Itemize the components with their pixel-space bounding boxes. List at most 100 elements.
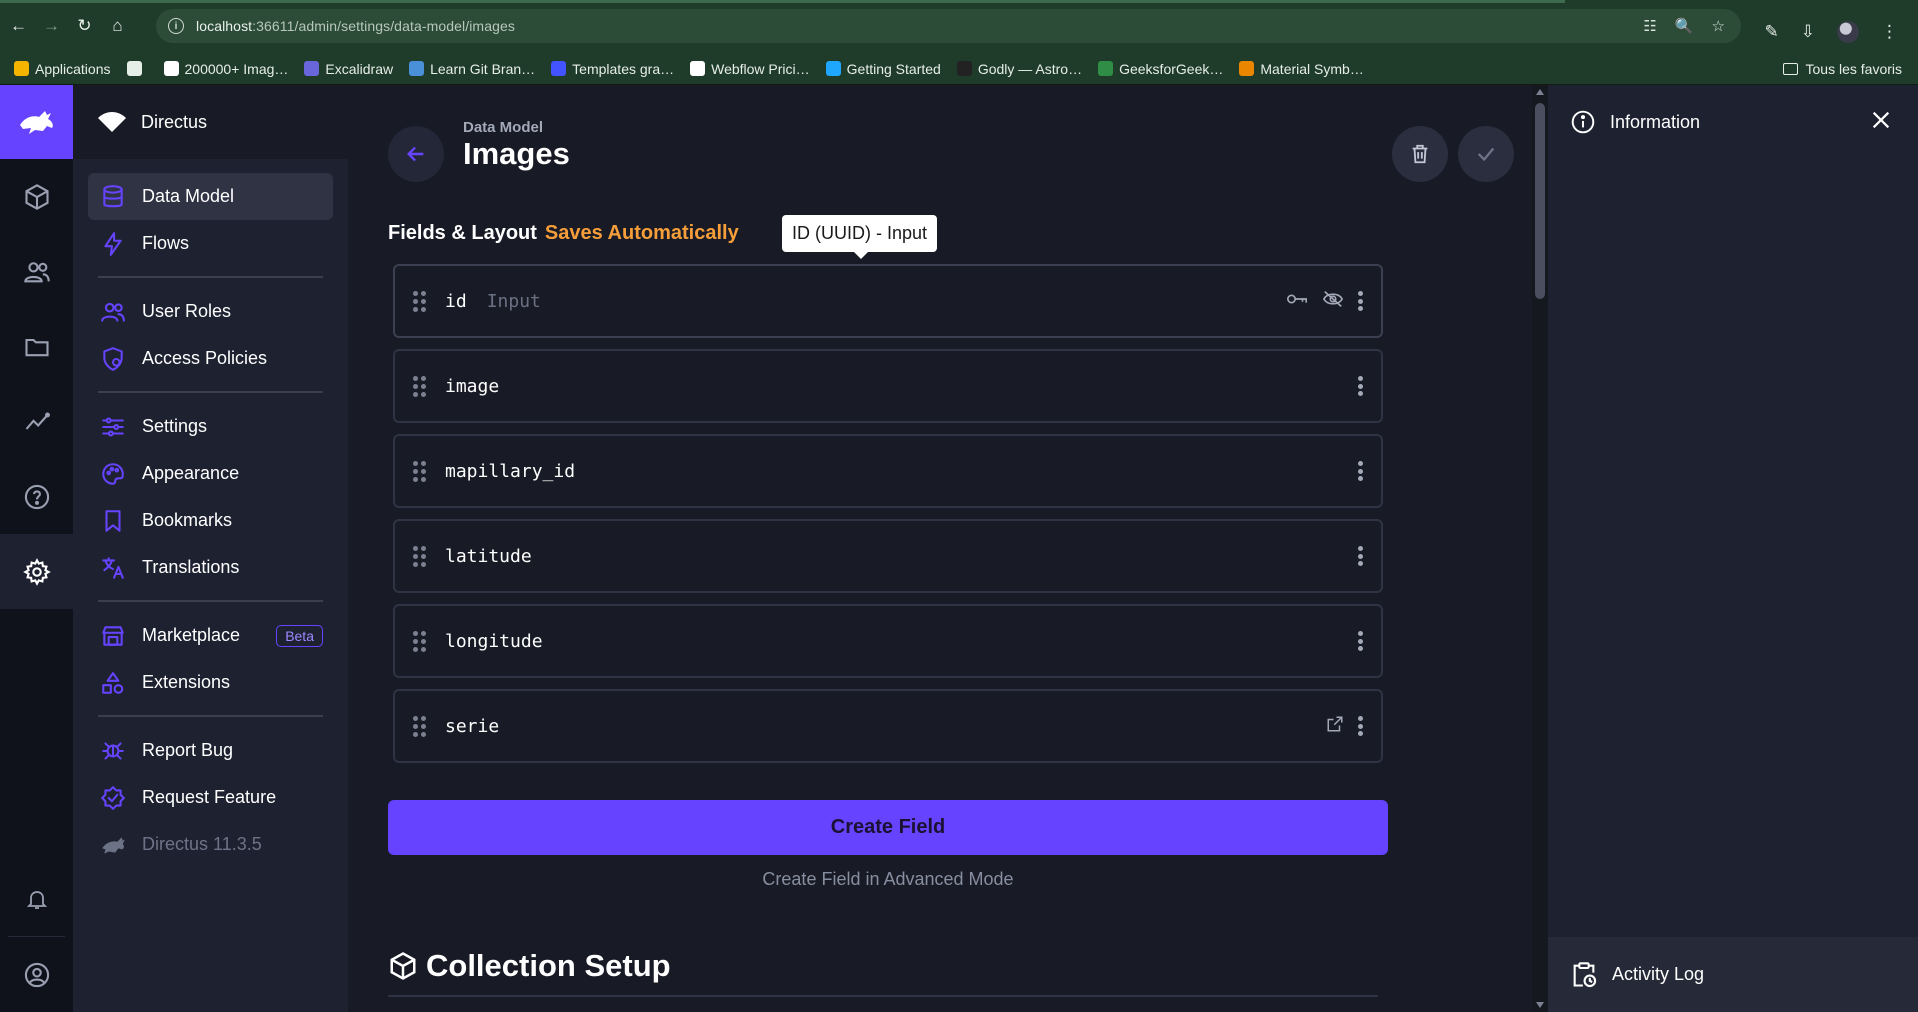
nav-item-flows[interactable]: Flows [88,220,333,267]
create-field-button[interactable]: Create Field [388,800,1388,855]
extensions-icon[interactable]: ✎ [1765,22,1779,42]
bookmark-item[interactable]: 200000+ Imag… [163,61,288,77]
drag-handle-icon[interactable] [413,376,427,397]
beta-badge: Beta [276,624,323,647]
bookmarks-bar: Applications 200000+ Imag… Excalidraw Learn… [0,53,1918,85]
drag-handle-icon[interactable] [413,546,427,567]
notifications-bell-icon[interactable] [0,861,73,936]
nav-item-access-policies[interactable]: Access Policies [88,335,333,382]
browser-menu-icon[interactable]: ⋮ [1881,22,1898,42]
apps-grid-icon [126,61,142,76]
more-options-icon[interactable] [1358,461,1363,481]
rail-files-icon[interactable] [0,309,73,384]
favicon-icon [825,61,841,76]
more-options-icon[interactable] [1358,716,1363,736]
field-name: latitude [445,545,532,567]
bookmark-label: Applications [35,60,111,77]
nav-item-bookmarks[interactable]: Bookmarks [88,497,333,544]
directus-rabbit-icon [100,832,126,858]
fields-layout-label: Fields & Layout [388,222,537,244]
bookmark-item[interactable] [126,61,148,76]
field-row-id[interactable]: id Input [393,264,1383,338]
bookmark-item[interactable]: Getting Started [825,61,941,77]
forward-arrow-icon[interactable]: → [35,6,68,46]
back-arrow-icon[interactable]: ← [2,6,35,46]
reload-icon[interactable]: ↻ [68,6,101,46]
main-scrollbar[interactable] [1532,85,1548,1012]
more-options-icon[interactable] [1358,376,1363,396]
field-row-latitude[interactable]: latitude [393,519,1383,593]
favicon-icon [956,61,972,76]
nav-item-extensions[interactable]: Extensions [88,659,333,706]
drag-handle-icon[interactable] [413,461,427,482]
bookmark-item[interactable]: Templates gra… [551,61,674,77]
field-row-serie[interactable]: serie [393,689,1383,763]
collection-setup-title: Collection Setup [426,948,671,983]
rail-insights-icon[interactable] [0,384,73,459]
nav-item-report-bug[interactable]: Report Bug [88,727,333,774]
rail-content-icon[interactable] [0,159,73,234]
star-bookmark-icon[interactable]: ☆ [1712,17,1725,35]
nav-item-data-model[interactable]: Data Model [88,173,333,220]
nav-item-appearance[interactable]: Appearance [88,450,333,497]
field-row-mapillary-id[interactable]: mapillary_id [393,434,1383,508]
bookmark-label: Godly — Astro… [977,60,1083,77]
profile-avatar[interactable] [1837,21,1859,43]
save-button[interactable] [1458,126,1514,182]
drag-handle-icon[interactable] [413,631,427,652]
favicon-icon [409,61,425,76]
breadcrumb[interactable]: Data Model [463,119,543,136]
more-options-icon[interactable] [1358,546,1363,566]
nav-item-marketplace[interactable]: Marketplace Beta [88,612,333,659]
more-options-icon[interactable] [1358,291,1363,311]
nav-item-translations[interactable]: Translations [88,544,333,591]
nav-item-directus-11-3-5[interactable]: Directus 11.3.5 [88,821,333,868]
close-sidebar-icon[interactable] [1870,109,1892,136]
address-bar[interactable]: i localhost:36611/admin/settings/data-mo… [156,9,1741,43]
back-button[interactable] [388,126,444,182]
information-label: Information [1610,111,1701,132]
site-info-icon[interactable]: i [168,18,184,34]
more-options-icon[interactable] [1358,631,1363,651]
bookmark-item[interactable]: Applications [14,61,111,77]
nav-item-user-roles[interactable]: User Roles [88,288,333,335]
nav-item-settings[interactable]: Settings [88,403,333,450]
information-section[interactable]: Information [1548,85,1918,159]
drag-handle-icon[interactable] [413,291,427,312]
bookmark-item[interactable]: Material Symb… [1239,61,1364,77]
open-related-icon[interactable] [1326,715,1344,738]
download-icon[interactable]: ⇩ [1801,22,1815,42]
bookmark-item[interactable]: Excalidraw [304,61,393,77]
directus-logo[interactable] [0,85,73,159]
bookmark-item[interactable]: GeeksforGeek… [1098,61,1223,77]
user-account-icon[interactable] [0,937,73,1012]
scroll-thumb[interactable] [1535,103,1545,299]
drag-handle-icon[interactable] [413,716,427,737]
url-text[interactable]: localhost:36611/admin/settings/data-mode… [196,18,515,34]
scroll-up-icon[interactable] [1536,89,1544,95]
directus-app: Directus Data Model Flows User Roles Access… [0,85,1918,1012]
url-host: localhost [196,18,253,34]
zoom-icon[interactable]: 🔍 [1675,17,1694,35]
project-header[interactable]: Directus [73,85,348,159]
rail-help-icon[interactable] [0,459,73,534]
field-row-image[interactable]: image [393,349,1383,423]
rail-users-icon[interactable] [0,234,73,309]
scroll-down-icon[interactable] [1536,1002,1544,1008]
nav-item-request-feature[interactable]: Request Feature [88,774,333,821]
rail-settings-icon[interactable] [0,534,73,609]
create-field-advanced-link[interactable]: Create Field in Advanced Mode [388,869,1388,890]
field-name: longitude [445,630,543,652]
bookmark-item[interactable]: Godly — Astro… [956,60,1083,77]
favicon-icon [1239,61,1255,76]
activity-log-section[interactable]: Activity Log [1548,937,1918,1012]
field-tooltip: ID (UUID) - Input [782,215,938,259]
translate-page-icon[interactable]: ☷ [1643,17,1656,35]
all-bookmarks[interactable]: Tous les favoris [1782,61,1902,77]
bookmark-item[interactable]: Webflow Prici… [690,61,810,77]
home-icon[interactable]: ⌂ [101,6,134,46]
bookmark-item[interactable]: Learn Git Bran… [409,61,535,77]
delete-collection-button[interactable] [1392,126,1448,182]
field-row-longitude[interactable]: longitude [393,604,1383,678]
collection-setup-heading: Collection Setup [388,948,671,984]
